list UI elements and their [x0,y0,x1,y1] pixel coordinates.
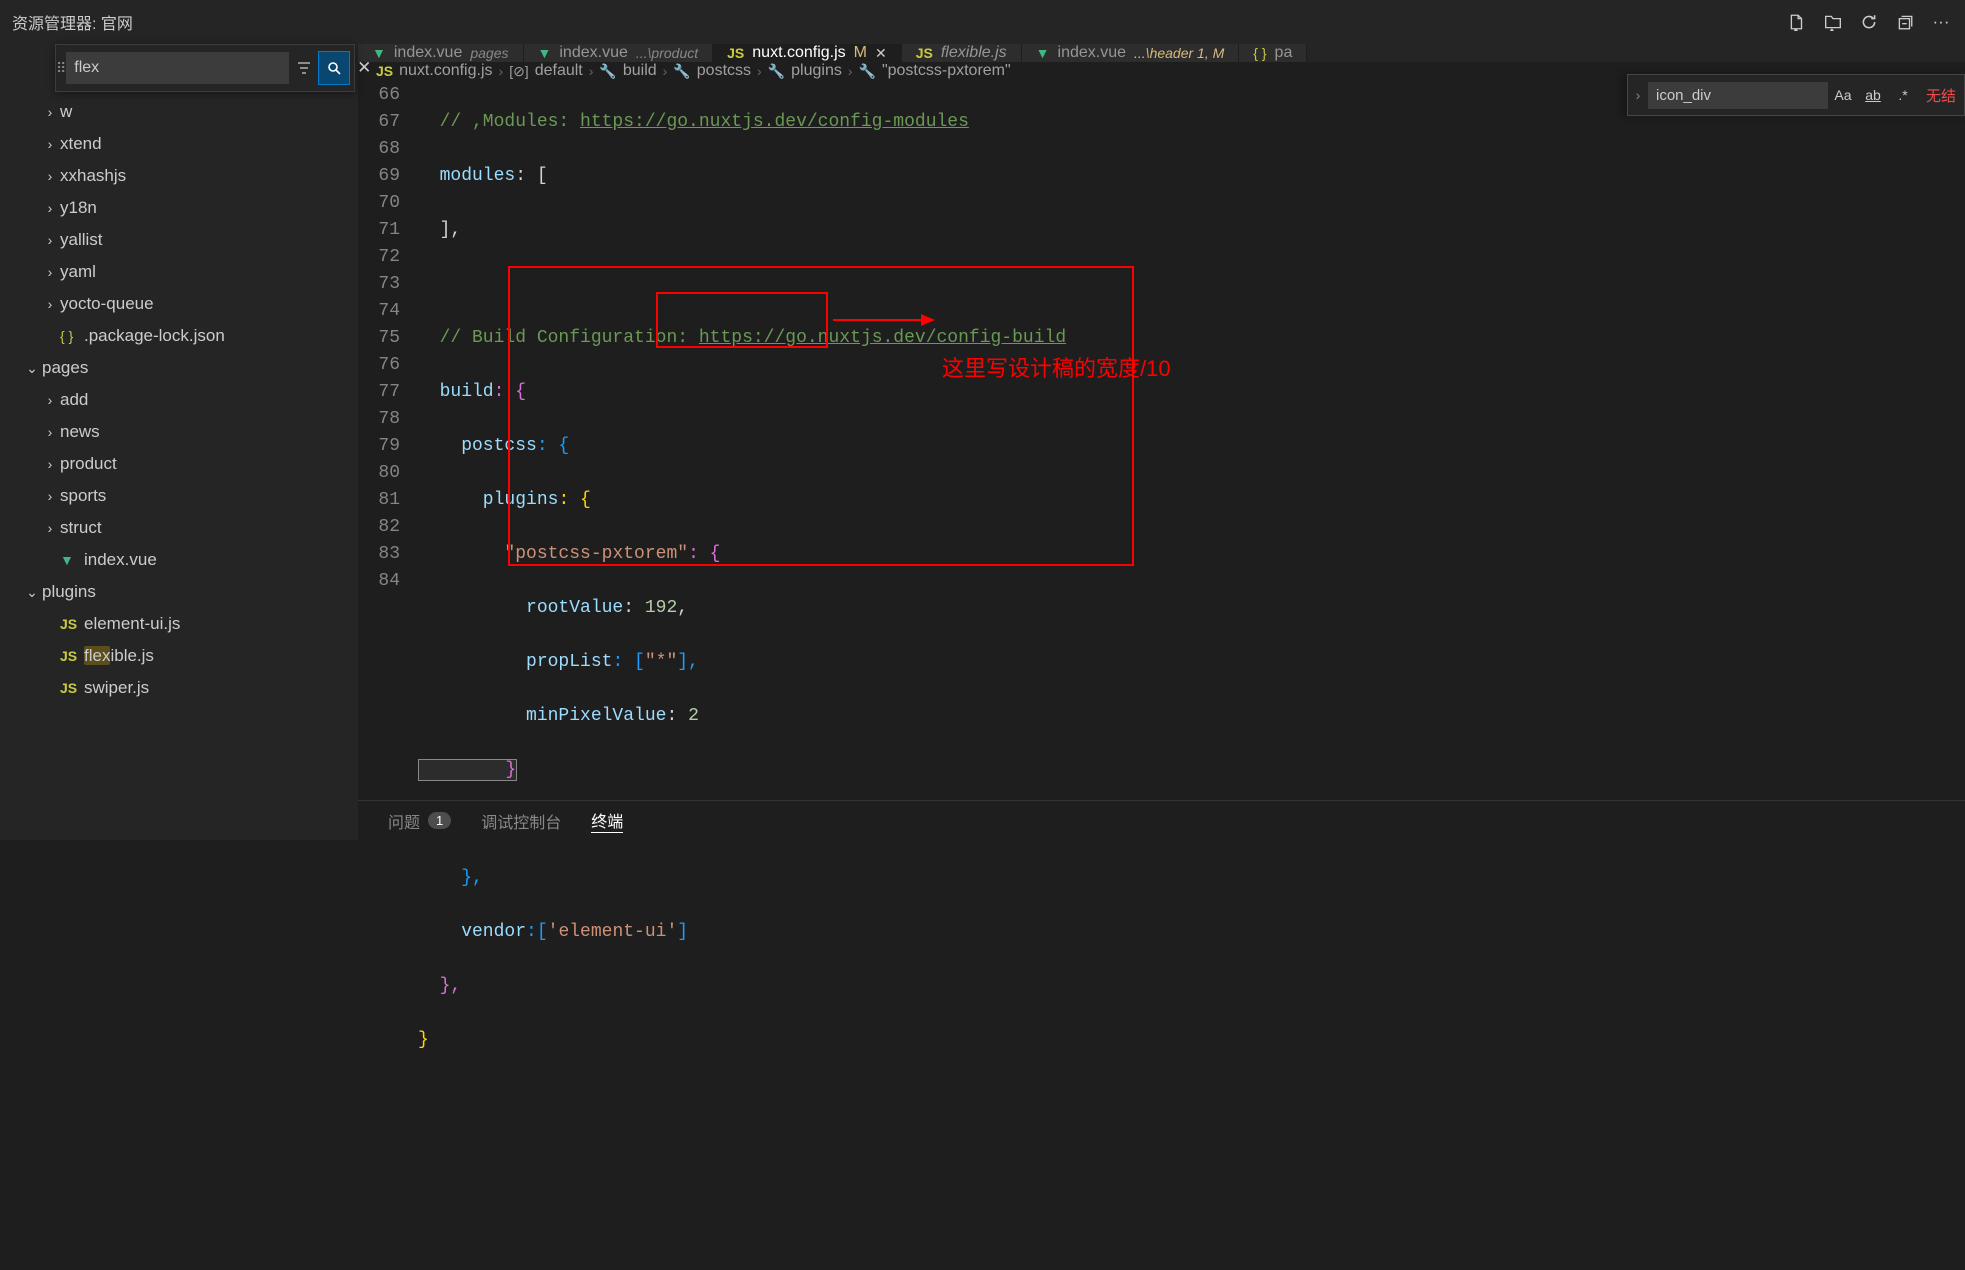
tree-folder[interactable]: xxhashjs [0,160,358,192]
tree-file-swiper[interactable]: JSswiper.js [0,672,358,704]
annotation-arrow [833,319,933,321]
tree-folder[interactable]: yocto-queue [0,288,358,320]
tab-package-json[interactable]: { }pa [1239,44,1307,62]
tab-flexible[interactable]: JSflexible.js [902,44,1022,62]
tree-folder[interactable]: sports [0,480,358,512]
expand-replace-icon[interactable]: › [1628,87,1648,103]
more-icon[interactable]: ··· [1927,8,1955,36]
filter-icon[interactable] [289,52,319,84]
close-search-icon[interactable]: ✕ [349,52,379,84]
tree-file-element-ui[interactable]: JSelement-ui.js [0,608,358,640]
line-gutter: 66676869707172737475767778798081828384 [358,80,418,1270]
explorer-actions: ··· [1783,8,1965,36]
panel-tab-debug-console[interactable]: 调试控制台 [481,809,561,833]
tree-folder[interactable]: add [0,384,358,416]
find-widget: › Aa ab .* 无结 [1627,74,1965,116]
tree-folder-plugins[interactable]: plugins [0,576,358,608]
collapse-all-icon[interactable] [1891,8,1919,36]
explorer-title-bar: 资源管理器: 官网 ··· [0,0,1965,44]
editor-area: ▼index.vuepages ▼index.vue...\product JS… [358,44,1965,840]
tree-folder[interactable]: yaml [0,256,358,288]
tree-file-flexible[interactable]: JSflexible.js [0,640,358,672]
tree-folder[interactable]: news [0,416,358,448]
match-word-icon[interactable]: ab [1858,87,1888,103]
new-file-icon[interactable] [1783,8,1811,36]
tree-file-package-lock[interactable]: { }.package-lock.json [0,320,358,352]
annotation-box-large [508,266,1134,566]
tree-folder[interactable]: struct [0,512,358,544]
panel-tabs: 问题1 调试控制台 终端 [358,800,1965,840]
find-input[interactable] [1648,82,1828,109]
fuzzy-match-icon[interactable] [319,52,349,84]
tab-index-product[interactable]: ▼index.vue...\product [524,44,714,62]
file-tree: w xtend xxhashjs y18n yallist yaml yocto… [0,48,358,704]
code-editor[interactable]: 66676869707172737475767778798081828384 /… [358,80,1965,1270]
tree-search-widget: ⠿ ✕ [55,44,355,92]
find-no-results: 无结 [1918,85,1964,106]
file-explorer-sidebar: ⠿ ✕ w xtend xxhashjs y18n yallist yaml y… [0,44,358,840]
tree-folder[interactable]: xtend [0,128,358,160]
tree-folder[interactable]: w [0,96,358,128]
tree-folder[interactable]: yallist [0,224,358,256]
tree-folder[interactable]: y18n [0,192,358,224]
annotation-text: 这里写设计稿的宽度/10 [942,355,1171,382]
problems-count-badge: 1 [428,812,451,829]
tab-index-header[interactable]: ▼index.vue...\header 1, M [1022,44,1240,62]
new-folder-icon[interactable] [1819,8,1847,36]
regex-icon[interactable]: .* [1888,87,1918,103]
tab-index-pages[interactable]: ▼index.vuepages [358,44,524,62]
editor-tabs: ▼index.vuepages ▼index.vue...\product JS… [358,44,1965,62]
explorer-title: 资源管理器: 官网 [0,10,145,34]
drag-handle-icon[interactable]: ⠿ [56,60,66,77]
code-content[interactable]: // ,Modules: https://go.nuxtjs.dev/confi… [418,80,1965,1270]
tree-file-index-vue[interactable]: ▼index.vue [0,544,358,576]
close-tab-icon[interactable]: ✕ [875,45,887,62]
panel-tab-terminal[interactable]: 终端 [591,808,623,833]
tree-search-input[interactable] [66,52,289,84]
tab-nuxt-config[interactable]: JSnuxt.config.jsM✕ [713,44,902,62]
tree-folder[interactable]: product [0,448,358,480]
refresh-icon[interactable] [1855,8,1883,36]
panel-tab-problems[interactable]: 问题1 [388,809,451,833]
match-case-icon[interactable]: Aa [1828,87,1858,103]
tree-folder-pages[interactable]: pages [0,352,358,384]
